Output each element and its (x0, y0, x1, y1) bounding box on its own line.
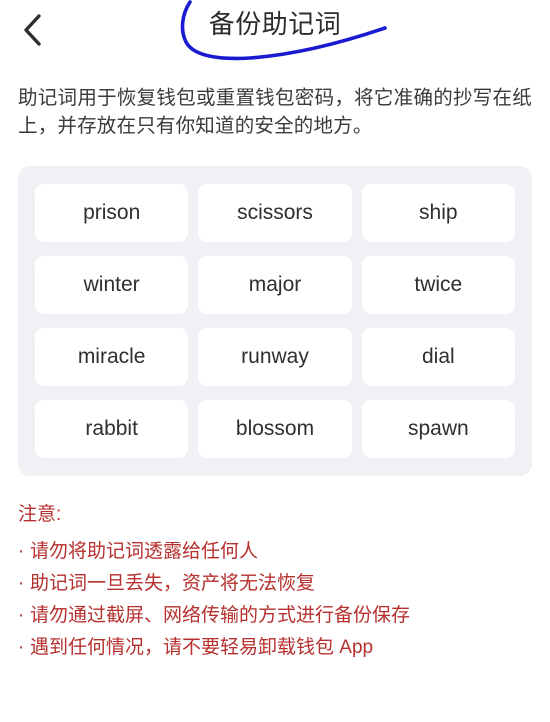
mnemonic-word-label: scissors (237, 201, 313, 224)
mnemonic-word-label: blossom (235, 417, 315, 440)
mnemonic-word-card: runway (198, 328, 352, 386)
mnemonic-word-label: prison (83, 201, 141, 224)
mnemonic-word-label: spawn (407, 417, 469, 440)
bullet-icon: · (18, 605, 25, 626)
page-header: 备份助记词 (0, 0, 550, 62)
mnemonic-word-card: ship (361, 184, 515, 242)
description-text: 助记词用于恢复钱包或重置钱包密码，将它准确的抄写在纸上，并存放在只有你知道的安全… (18, 87, 532, 137)
mnemonic-word-card: rabbit (35, 400, 189, 458)
mnemonic-word-label: rabbit (85, 417, 138, 440)
mnemonic-word-label: twice (414, 273, 463, 296)
mnemonic-word-card: blossom (198, 400, 352, 458)
warning-section: 注意: · 请勿将助记词透露给任何人 · 助记词一旦丢失，资产将无法恢复 · 请… (18, 500, 532, 664)
mnemonic-word-card: miracle (35, 328, 189, 386)
warning-list-item: · 助记词一旦丢失，资产将无法恢复 (18, 568, 532, 600)
warning-item-text: 请勿通过截屏、网络传输的方式进行备份保存 (30, 605, 411, 626)
warning-list-item: · 请勿通过截屏、网络传输的方式进行备份保存 (18, 600, 532, 632)
bullet-icon: · (18, 573, 25, 594)
mnemonic-panel: prison scissors ship winter major twice … (18, 166, 532, 476)
warning-title: 注意: (18, 504, 62, 525)
bullet-icon: · (18, 541, 25, 562)
warning-item-text: 遇到任何情况，请不要轻易卸载钱包 App (30, 637, 374, 658)
mnemonic-word-card: prison (35, 184, 189, 242)
mnemonic-word-label: winter (83, 273, 140, 296)
page-title: 备份助记词 (208, 9, 342, 39)
mnemonic-word-card: spawn (361, 400, 515, 458)
mnemonic-word-card: major (198, 256, 352, 314)
mnemonic-word-card: twice (361, 256, 515, 314)
mnemonic-word-label: major (248, 273, 302, 296)
warning-item-text: 助记词一旦丢失，资产将无法恢复 (30, 573, 316, 594)
mnemonic-word-label: runway (241, 345, 309, 368)
mnemonic-word-label: miracle (77, 345, 146, 368)
mnemonic-word-grid: prison scissors ship winter major twice … (35, 184, 515, 458)
warning-list-item: · 请勿将助记词透露给任何人 (18, 536, 532, 568)
mnemonic-word-card: dial (361, 328, 515, 386)
mnemonic-word-card: scissors (198, 184, 352, 242)
bullet-icon: · (18, 637, 25, 658)
mnemonic-word-label: dial (421, 345, 455, 368)
warning-item-text: 请勿将助记词透露给任何人 (30, 541, 259, 562)
mnemonic-word-label: ship (419, 201, 458, 224)
mnemonic-word-card: winter (35, 256, 189, 314)
warning-list-item: · 遇到任何情况，请不要轻易卸载钱包 App (18, 632, 532, 664)
